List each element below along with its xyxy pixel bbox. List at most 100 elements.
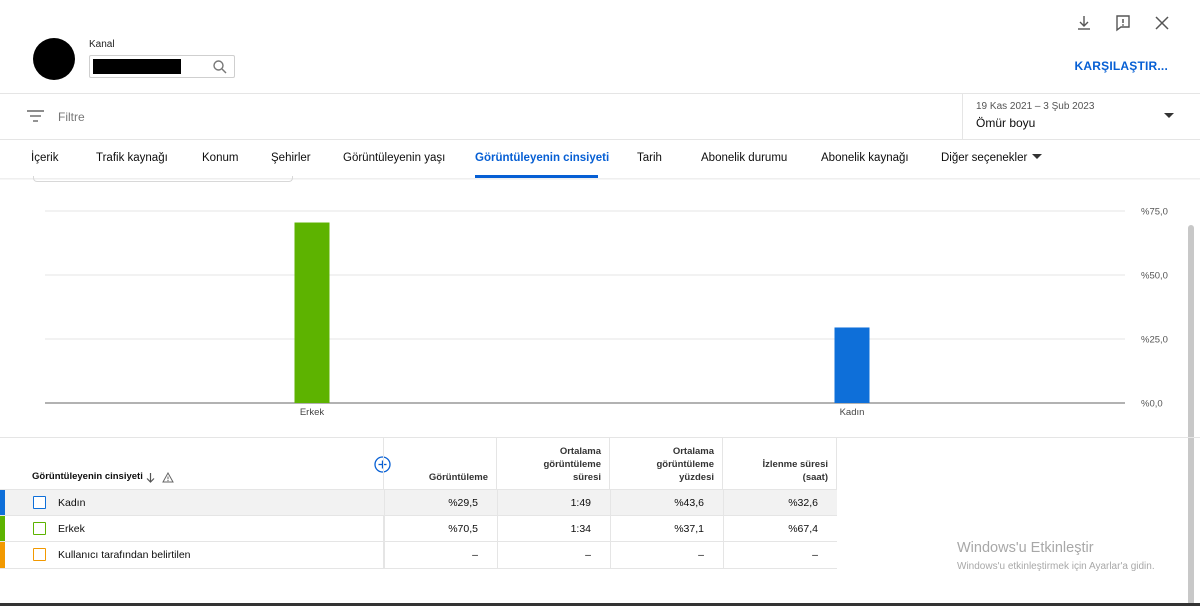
- cell-value: 1:49: [570, 497, 591, 509]
- cell-avg-duration: 1:49: [497, 490, 610, 516]
- table-row-user-specified[interactable]: Kullanıcı tarafından belirtilen – – – –: [0, 541, 837, 568]
- row-color-marker: [0, 542, 5, 568]
- header-line: yüzdesi: [679, 472, 714, 483]
- header-line: Ortalama: [672, 446, 714, 457]
- row-checkbox[interactable]: [33, 522, 46, 535]
- column-header-watch-time-text: İzlenme süresi (saat): [763, 458, 828, 484]
- dimension-column-header[interactable]: Görüntüleyenin cinsiyeti: [32, 471, 143, 482]
- header-line: görüntüleme: [656, 459, 714, 470]
- dimension-tabs: İçerik Trafik kaynağı Konum Şehirler Gör…: [0, 140, 1200, 178]
- tab-viewer-age[interactable]: Görüntüleyenin yaşı: [343, 152, 445, 164]
- warning-icon[interactable]: [162, 472, 174, 483]
- bar-0: [294, 222, 330, 403]
- y-tick-label: %0,0: [1141, 399, 1163, 410]
- table-row-female[interactable]: Kadın %29,5 1:49 %43,6 %32,6: [0, 489, 837, 516]
- x-tick-label: Erkek: [300, 407, 325, 418]
- header-line: (saat): [802, 472, 828, 483]
- tab-content[interactable]: İçerik: [31, 152, 58, 164]
- column-header-avg-duration[interactable]: Ortalama görüntüleme süresi: [497, 438, 610, 490]
- chart-type-selector-edge: [33, 176, 293, 182]
- header-line: Ortalama: [559, 446, 601, 457]
- row-checkbox[interactable]: [33, 496, 46, 509]
- tab-traffic-source[interactable]: Trafik kaynağı: [96, 152, 168, 164]
- more-options-label: Diğer seçenekler: [941, 152, 1028, 164]
- cell-views: %29,5: [384, 490, 497, 516]
- data-table: Görüntüleyenin cinsiyeti Görüntüleme Ort…: [0, 437, 1200, 606]
- channel-label: Kanal: [89, 39, 115, 50]
- column-header-avg-duration-text: Ortalama görüntüleme süresi: [543, 445, 601, 484]
- row-color-marker: [0, 490, 5, 516]
- y-tick-label: %75,0: [1141, 207, 1168, 218]
- cell-watch-time: –: [723, 542, 837, 568]
- cell-avg-percentage: –: [610, 542, 723, 568]
- header-line: görüntüleme: [543, 459, 601, 470]
- y-tick-label: %50,0: [1141, 271, 1168, 282]
- cell-value: –: [472, 549, 478, 561]
- top-bar: Kanal KARŞILAŞTIR...: [0, 0, 1200, 94]
- cell-views: –: [384, 542, 497, 568]
- header-line: süresi: [573, 472, 601, 483]
- table-bottom-border: [0, 568, 837, 569]
- cell-value: 1:34: [570, 523, 591, 535]
- filter-icon[interactable]: [27, 109, 44, 123]
- x-tick-label: Kadın: [840, 407, 865, 418]
- y-tick-label: %25,0: [1141, 335, 1168, 346]
- cell-avg-duration: –: [497, 542, 610, 568]
- channel-selector[interactable]: [89, 55, 235, 78]
- bar-1: [834, 327, 870, 403]
- cell-avg-percentage: %37,1: [610, 516, 723, 542]
- cell-value: %29,5: [448, 497, 478, 509]
- header-line: İzlenme süresi: [762, 459, 828, 470]
- cell-value: –: [585, 549, 591, 561]
- cell-value: %70,5: [448, 523, 478, 535]
- sort-down-icon[interactable]: [145, 472, 156, 483]
- tab-subscription-status[interactable]: Abonelik durumu: [701, 152, 787, 164]
- tab-viewer-gender[interactable]: Görüntüleyenin cinsiyeti: [475, 152, 609, 164]
- row-label: Kullanıcı tarafından belirtilen: [58, 549, 191, 561]
- activation-watermark-subtitle: Windows'u etkinleştirmek için Ayarlar'a …: [957, 561, 1155, 572]
- table-row-male[interactable]: Erkek %70,5 1:34 %37,1 %67,4: [0, 515, 837, 542]
- caret-down-icon: [1164, 113, 1174, 118]
- cell-avg-duration: 1:34: [497, 516, 610, 542]
- cell-watch-time: %67,4: [723, 516, 837, 542]
- window-actions: [1074, 13, 1172, 33]
- row-color-marker: [0, 516, 5, 542]
- compare-button[interactable]: KARŞILAŞTIR...: [1075, 59, 1168, 73]
- column-header-views[interactable]: Görüntüleme: [384, 438, 497, 490]
- cell-value: –: [812, 549, 818, 561]
- cell-value: %37,1: [674, 523, 704, 535]
- chart-canvas: %75,0 %50,0 %25,0 %0,0 Erkek Kadın: [45, 207, 1168, 418]
- download-icon[interactable]: [1074, 13, 1094, 33]
- column-header-avg-percentage[interactable]: Ortalama görüntüleme yüzdesi: [610, 438, 723, 490]
- cell-watch-time: %32,6: [723, 490, 837, 516]
- feedback-icon[interactable]: [1113, 13, 1133, 33]
- redacted-channel-name: [93, 59, 181, 74]
- close-icon[interactable]: [1152, 13, 1172, 33]
- tab-date[interactable]: Tarih: [637, 152, 662, 164]
- cell-value: %43,6: [674, 497, 704, 509]
- tab-subscription-source[interactable]: Abonelik kaynağı: [821, 152, 909, 164]
- date-range-label: Ömür boyu: [976, 116, 1036, 130]
- cell-views: %70,5: [384, 516, 497, 542]
- filter-input[interactable]: Filtre: [58, 110, 85, 124]
- column-header-watch-time[interactable]: İzlenme süresi (saat): [723, 438, 837, 490]
- date-range-text: 19 Kas 2021 – 3 Şub 2023: [976, 101, 1095, 112]
- gender-bar-chart: %75,0 %50,0 %25,0 %0,0 Erkek Kadın: [0, 200, 1200, 425]
- date-range-picker[interactable]: 19 Kas 2021 – 3 Şub 2023 Ömür boyu: [962, 94, 1200, 140]
- filter-bar: Filtre 19 Kas 2021 – 3 Şub 2023 Ömür boy…: [0, 94, 1200, 140]
- cell-value: %67,4: [788, 523, 818, 535]
- row-checkbox[interactable]: [33, 548, 46, 561]
- activation-watermark-title: Windows'u Etkinleştir: [957, 540, 1094, 556]
- channel-avatar: [33, 38, 75, 80]
- column-header-views-text: Görüntüleme: [429, 471, 488, 484]
- tab-more-options[interactable]: Diğer seçenekler: [941, 152, 1043, 164]
- row-label: Erkek: [58, 523, 85, 535]
- tab-geography[interactable]: Konum: [202, 152, 238, 164]
- search-icon: [213, 60, 227, 74]
- row-label: Kadın: [58, 497, 86, 509]
- cell-avg-percentage: %43,6: [610, 490, 723, 516]
- header-line: Görüntüleme: [428, 472, 488, 483]
- cell-value: %32,6: [788, 497, 818, 509]
- cell-value: –: [698, 549, 704, 561]
- tab-cities[interactable]: Şehirler: [271, 152, 311, 164]
